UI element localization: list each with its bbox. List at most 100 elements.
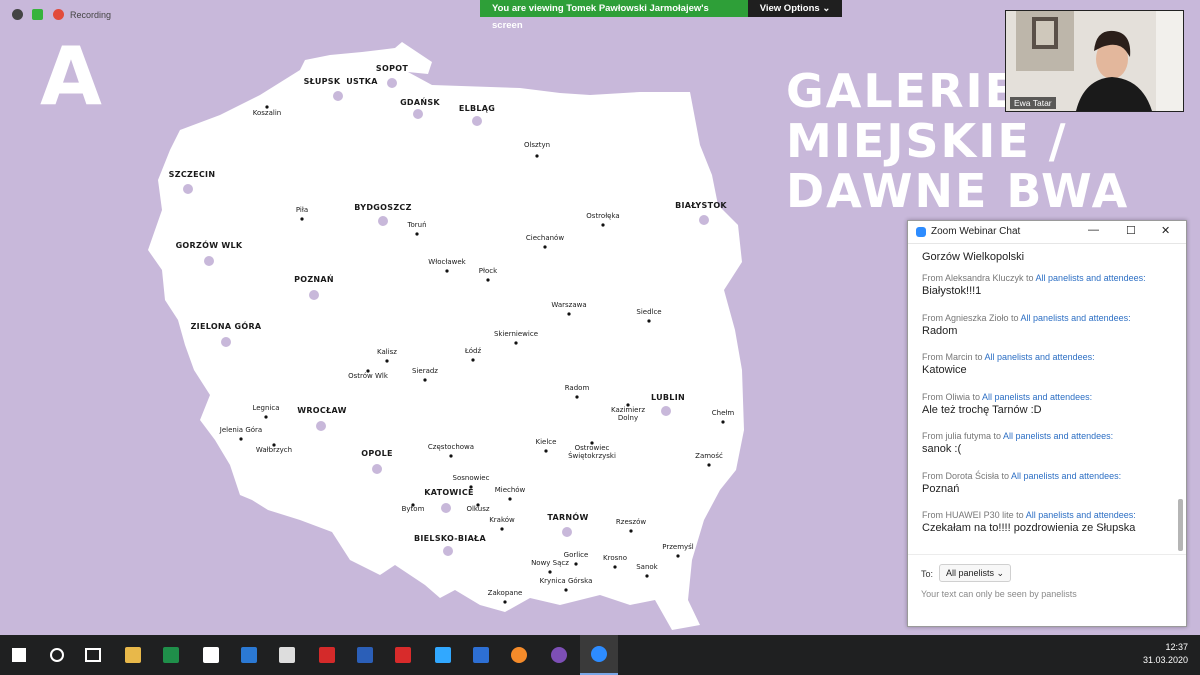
message-sender: From Agnieszka Zioło to All panelists an… bbox=[922, 313, 1172, 323]
city-dot-radom bbox=[575, 395, 579, 399]
taskbar-arch-app-button[interactable] bbox=[462, 635, 500, 675]
recipient-link[interactable]: All panelists and attendees: bbox=[1026, 510, 1136, 520]
sender-name: From Aleksandra Kluczyk to bbox=[922, 273, 1036, 283]
slide-title-line1: GALERIE bbox=[786, 64, 1019, 118]
city-label-czestochowa: Częstochowa bbox=[428, 443, 474, 451]
city-dot-lodz bbox=[471, 358, 475, 362]
taskbar-excel-button[interactable] bbox=[152, 635, 190, 675]
sender-name: From Dorota Ścisła to bbox=[922, 470, 1012, 481]
city-label-walbrzych: Wałbrzych bbox=[256, 446, 292, 454]
city-dot-olsztyn bbox=[535, 154, 539, 158]
date-text: 31.03.2020 bbox=[1142, 655, 1188, 665]
city-label-chelm: Chełm bbox=[712, 409, 735, 417]
city-marker-elblag bbox=[472, 116, 482, 126]
recipient-link[interactable]: All panelists and attendees: bbox=[1021, 313, 1131, 323]
city-label-bytom: Bytom bbox=[402, 505, 425, 513]
city-dot-skierniewice bbox=[514, 341, 518, 345]
taskbar-start-button[interactable] bbox=[0, 635, 38, 675]
city-marker-wroclaw bbox=[316, 421, 326, 431]
city-label-zakopane: Zakopane bbox=[488, 589, 523, 597]
taskbar-adobe-acrobat-button[interactable] bbox=[308, 635, 346, 675]
taskbar-file-explorer-button[interactable] bbox=[114, 635, 152, 675]
message-text: Gorzów Wielkopolski bbox=[922, 251, 1025, 263]
taskbar-viber-button[interactable] bbox=[540, 635, 578, 675]
sender-name: From Oliwia to bbox=[922, 391, 983, 402]
word-icon bbox=[357, 647, 373, 663]
zoom-logo-icon bbox=[916, 227, 926, 237]
message-sender: From Dorota Ścisła to All panelists and … bbox=[922, 471, 1172, 481]
city-label-gdansk: GDAŃSK bbox=[400, 96, 440, 107]
taskbar-word-button[interactable] bbox=[346, 635, 384, 675]
recipient-link[interactable]: All panelists and attendees: bbox=[1036, 273, 1146, 283]
taskbar-store-button[interactable] bbox=[192, 635, 230, 675]
city-marker-katowice bbox=[441, 503, 451, 513]
zoom-icon bbox=[591, 646, 607, 662]
adobe-acrobat-icon bbox=[319, 647, 335, 663]
city-label-poznan: POZNAŃ bbox=[294, 273, 334, 284]
taskbar-app-button[interactable] bbox=[384, 635, 422, 675]
city-dot-rzeszow bbox=[629, 529, 633, 533]
recipient-link[interactable]: All panelists and attendees: bbox=[982, 392, 1092, 402]
city-label-ostroleka: Ostrołęka bbox=[586, 212, 619, 220]
city-label-krosno: Krosno bbox=[603, 554, 627, 562]
taskbar-firefox-button[interactable] bbox=[500, 635, 538, 675]
close-icon[interactable]: ✕ bbox=[1161, 224, 1170, 237]
clock[interactable]: 12:37 31.03.2020 bbox=[1143, 641, 1188, 667]
info-icon[interactable] bbox=[12, 9, 23, 20]
city-label-gorzow-wlk: GORZÓW WLK bbox=[176, 239, 243, 250]
city-label-pila: Piła bbox=[296, 206, 308, 214]
city-label-slupsk: SŁUPSK bbox=[304, 77, 341, 86]
recipient-select[interactable]: All panelists ⌄ bbox=[939, 564, 1012, 582]
city-dot-ostroleka bbox=[601, 223, 605, 227]
participant-video[interactable]: Ewa Tatar bbox=[1005, 10, 1184, 112]
chat-message: From Dorota Ścisła to All panelists and … bbox=[922, 471, 1172, 495]
city-label-bialystok: BIAŁYSTOK bbox=[675, 201, 727, 210]
city-label-olsztyn: Olsztyn bbox=[524, 141, 550, 149]
city-dot-przemysl bbox=[676, 554, 680, 558]
minimize-icon[interactable]: — bbox=[1088, 224, 1099, 236]
chat-input-hint[interactable]: Your text can only be seen by panelists bbox=[921, 589, 1077, 599]
lock-icon[interactable] bbox=[32, 9, 43, 20]
taskbar-zoom-button[interactable] bbox=[580, 635, 618, 675]
recipient-link[interactable]: All panelists and attendees: bbox=[1011, 471, 1121, 481]
city-label-sanok: Sanok bbox=[636, 563, 658, 571]
chat-window[interactable]: Zoom Webinar Chat — ☐ ✕ Gorzów Wielkopol… bbox=[907, 220, 1187, 627]
city-marker-sopot bbox=[387, 78, 397, 88]
city-marker-zielona-gora bbox=[221, 337, 231, 347]
city-label-wroclaw: WROCŁAW bbox=[297, 406, 347, 415]
chat-messages[interactable]: Gorzów Wielkopolski From Aleksandra Kluc… bbox=[922, 243, 1172, 553]
city-dot-wloclawek bbox=[445, 269, 449, 273]
recipient-link[interactable]: All panelists and attendees: bbox=[1003, 431, 1113, 441]
city-dot-pila bbox=[300, 217, 304, 221]
taskbar-photoshop-button[interactable] bbox=[424, 635, 462, 675]
city-dot-sanok bbox=[645, 574, 649, 578]
photoshop-icon bbox=[435, 647, 451, 663]
city-label-kielce: Kielce bbox=[536, 438, 557, 446]
city-dot-sieradz bbox=[423, 378, 427, 382]
city-label-olkusz: Olkusz bbox=[466, 505, 489, 513]
city-marker-bialystok bbox=[699, 215, 709, 225]
view-options-button[interactable]: View Options ⌄ bbox=[748, 0, 842, 17]
chat-message: From julia futyma to All panelists and a… bbox=[922, 431, 1172, 455]
chat-scrollbar[interactable] bbox=[1178, 499, 1183, 551]
chat-compose: To: All panelists ⌄ Your text can only b… bbox=[908, 554, 1186, 627]
city-label-lublin: LUBLIN bbox=[651, 393, 685, 402]
city-dot-sosnowiec bbox=[469, 485, 473, 489]
city-dot-miechow bbox=[508, 497, 512, 501]
taskbar-search-button[interactable] bbox=[38, 635, 76, 675]
city-dot-kalisz bbox=[385, 359, 389, 363]
video-frame bbox=[1006, 11, 1183, 111]
taskbar-calculator-button[interactable] bbox=[268, 635, 306, 675]
chat-titlebar[interactable]: Zoom Webinar Chat — ☐ ✕ bbox=[908, 221, 1186, 244]
city-dot-torun bbox=[415, 232, 419, 236]
taskbar-mail-button[interactable] bbox=[230, 635, 268, 675]
city-label-bydgoszcz: BYDGOSZCZ bbox=[354, 203, 411, 212]
city-label-ostrowiec-swietokrzyski: Ostrowiec Świętokrzyski bbox=[568, 444, 616, 460]
taskbar-task-view-button[interactable] bbox=[74, 635, 112, 675]
maximize-icon[interactable]: ☐ bbox=[1126, 224, 1136, 237]
city-label-torun: Toruń bbox=[406, 221, 426, 229]
city-label-szczecin: SZCZECIN bbox=[169, 170, 216, 179]
recipient-link[interactable]: All panelists and attendees: bbox=[985, 352, 1095, 362]
city-marker-lublin bbox=[661, 406, 671, 416]
message-sender: From Oliwia to All panelists and attende… bbox=[922, 392, 1172, 402]
